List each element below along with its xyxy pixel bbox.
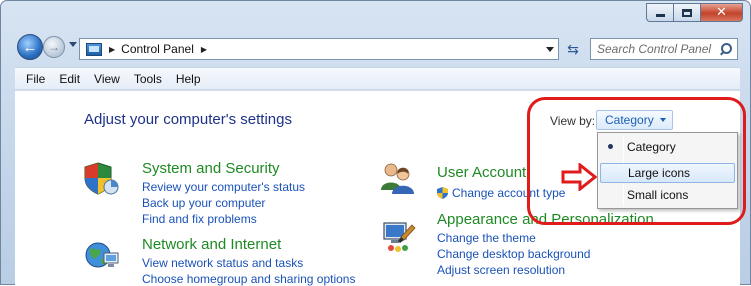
explorer-window: ✕ ← → ▶ Control Panel ▶ ⇆ File Edit View… bbox=[0, 0, 751, 286]
recent-pages-chevron-icon[interactable] bbox=[69, 42, 77, 47]
globe-network-icon[interactable] bbox=[84, 237, 120, 273]
search-box[interactable] bbox=[590, 38, 738, 60]
shield-icon[interactable] bbox=[84, 161, 120, 197]
close-icon: ✕ bbox=[716, 5, 727, 20]
link-back-up[interactable]: Back up your computer bbox=[142, 196, 265, 210]
category-title-network-internet[interactable]: Network and Internet bbox=[142, 236, 281, 253]
close-button[interactable]: ✕ bbox=[700, 3, 743, 22]
refresh-icon: ⇆ bbox=[567, 41, 579, 57]
forward-arrow-icon: → bbox=[48, 40, 60, 54]
back-button[interactable]: ← bbox=[17, 34, 43, 60]
minimize-button[interactable] bbox=[646, 3, 673, 22]
link-network-status[interactable]: View network status and tasks bbox=[142, 256, 303, 270]
maximize-icon bbox=[682, 8, 692, 17]
caption-buttons: ✕ bbox=[646, 3, 743, 24]
menu-bar: File Edit View Tools Help bbox=[15, 67, 740, 89]
link-screen-resolution[interactable]: Adjust screen resolution bbox=[437, 263, 565, 277]
search-input[interactable] bbox=[597, 42, 715, 56]
link-homegroup[interactable]: Choose homegroup and sharing options bbox=[142, 272, 355, 286]
menu-tools[interactable]: Tools bbox=[127, 72, 169, 86]
minimize-icon bbox=[655, 14, 665, 17]
address-bar[interactable]: ▶ Control Panel ▶ bbox=[79, 38, 559, 60]
menu-edit[interactable]: Edit bbox=[52, 72, 87, 86]
forward-button[interactable]: → bbox=[43, 36, 65, 58]
users-icon[interactable] bbox=[379, 160, 415, 196]
link-desktop-background[interactable]: Change desktop background bbox=[437, 247, 590, 261]
search-icon[interactable] bbox=[719, 43, 732, 55]
menu-view[interactable]: View bbox=[87, 72, 127, 86]
link-find-fix[interactable]: Find and fix problems bbox=[142, 212, 257, 226]
breadcrumb-separator-icon[interactable]: ▶ bbox=[201, 45, 207, 54]
annotation-highlight-ring bbox=[527, 97, 746, 225]
annotation-arrow-icon bbox=[561, 163, 597, 191]
menu-help[interactable]: Help bbox=[169, 72, 208, 86]
menu-file[interactable]: File bbox=[19, 72, 52, 86]
control-panel-content: Adjust your computer's settings View by:… bbox=[15, 90, 746, 286]
back-arrow-icon: ← bbox=[22, 38, 38, 56]
breadcrumb-separator-icon[interactable]: ▶ bbox=[109, 45, 115, 54]
link-review-status[interactable]: Review your computer's status bbox=[142, 180, 305, 194]
navigation-bar: ← → ▶ Control Panel ▶ ⇆ bbox=[1, 31, 751, 65]
uac-shield-icon bbox=[437, 187, 448, 199]
page-title: Adjust your computer's settings bbox=[84, 111, 292, 128]
maximize-button[interactable] bbox=[673, 3, 700, 22]
category-title-system-security[interactable]: System and Security bbox=[142, 160, 280, 177]
address-dropdown-icon[interactable] bbox=[546, 47, 554, 52]
refresh-button[interactable]: ⇆ bbox=[565, 41, 581, 57]
display-brush-icon[interactable] bbox=[381, 217, 417, 253]
breadcrumb-control-panel[interactable]: Control Panel bbox=[121, 42, 194, 56]
category-title-user-accounts[interactable]: User Account bbox=[437, 164, 526, 181]
link-change-theme[interactable]: Change the theme bbox=[437, 231, 536, 245]
control-panel-icon bbox=[86, 42, 102, 56]
